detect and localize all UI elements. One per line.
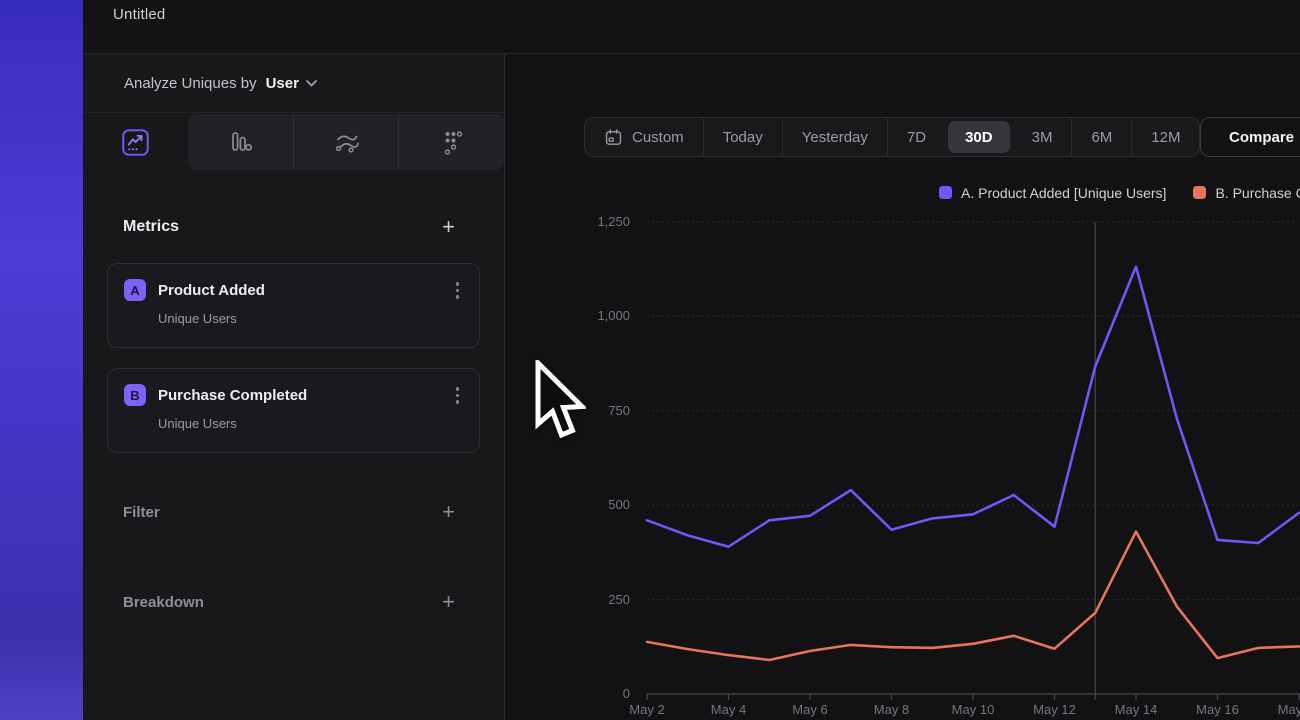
breakdown-label: Breakdown [123,594,204,611]
metric-badge-b: B [124,384,146,406]
metric-name: Purchase Completed [158,387,440,404]
tab-flow-chart[interactable] [293,114,399,170]
analyze-by-dropdown[interactable]: User [266,75,317,92]
metric-subtitle[interactable]: Unique Users [158,311,463,326]
line-chart-icon [122,129,149,156]
metric-subtitle[interactable]: Unique Users [158,416,463,431]
left-gradient-strip [0,0,83,720]
chart-type-tab-strip [188,114,504,170]
metric-options-kebab-icon[interactable] [452,384,464,407]
metric-card-a[interactable]: A Product Added Unique Users [107,263,480,348]
metric-card-b[interactable]: B Purchase Completed Unique Users [107,368,480,453]
report-title[interactable]: Untitled [113,6,165,23]
analyze-row: Analyze Uniques by User [83,54,504,113]
chart-panel: Custom Today Yesterday 7D 30D 3M 6M 12M … [505,54,1300,720]
line-chart[interactable] [505,54,1300,720]
mouse-cursor [534,360,586,442]
chevron-down-icon [306,80,317,87]
analyze-by-value: User [266,75,299,92]
metric-name: Product Added [158,282,440,299]
bar-chart-icon [227,129,253,155]
filter-label: Filter [123,504,160,521]
tab-dot-grid[interactable] [398,114,504,170]
add-filter-button[interactable]: + [442,502,455,522]
chart-type-tabs [83,114,505,170]
filter-section: Filter + [83,497,504,527]
metrics-header: Metrics + [83,212,504,242]
metric-badge-a: A [124,279,146,301]
analytics-app: Untitled Analyze Uniques by User [0,0,1300,720]
metrics-title: Metrics [123,218,179,236]
analyze-label: Analyze Uniques by [124,75,257,92]
breakdown-section: Breakdown + [83,587,504,617]
metric-options-kebab-icon[interactable] [452,279,464,302]
flow-chart-icon [333,129,360,156]
dot-grid-icon [439,128,465,156]
top-bar: Untitled [83,0,1300,54]
tab-bar-chart[interactable] [188,114,293,170]
tab-line-chart[interactable] [83,114,188,170]
query-sidebar: Analyze Uniques by User [83,54,505,720]
add-breakdown-button[interactable]: + [442,592,455,612]
add-metric-button[interactable]: + [442,217,455,237]
